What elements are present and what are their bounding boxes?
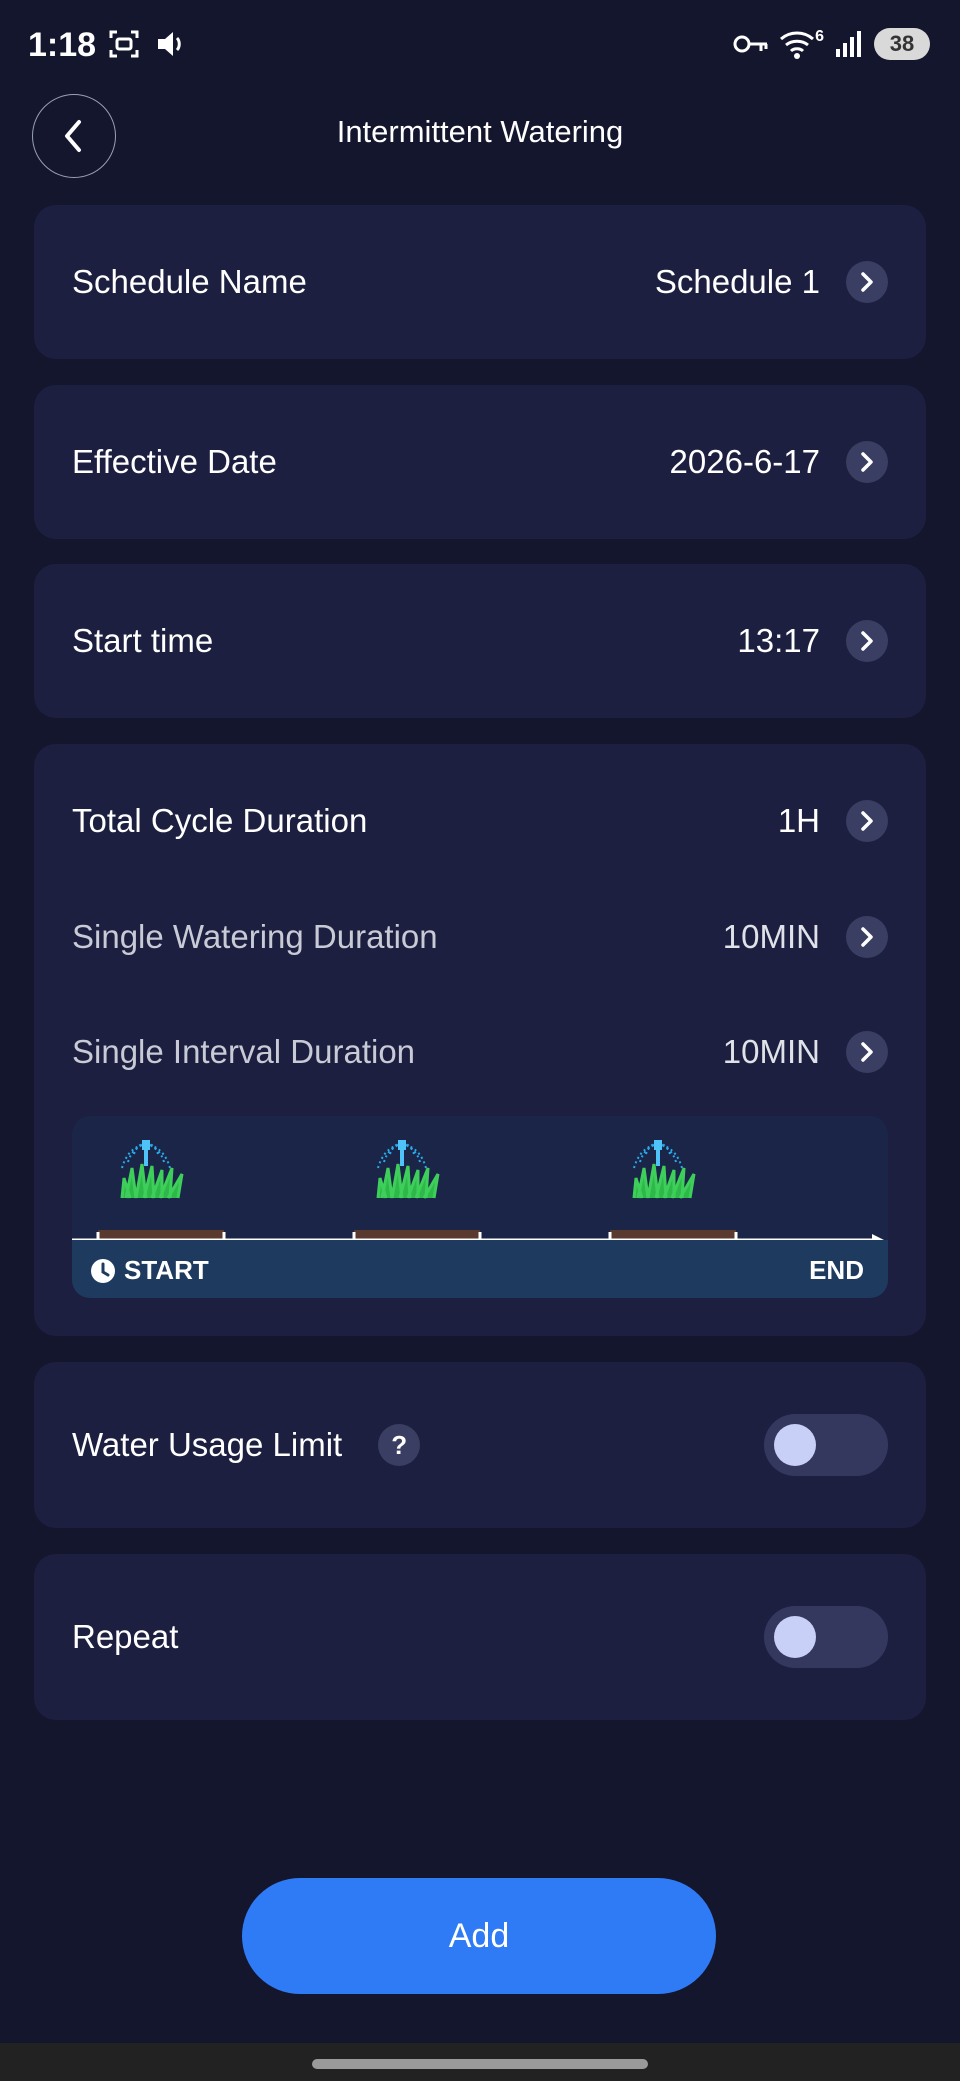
signal-icon [836,31,861,57]
start-time-value: 13:17 [737,622,820,659]
effective-date-label: Effective Date [72,443,277,480]
wifi-icon [780,31,815,59]
watering-timeline-diagram: START END [72,1116,888,1298]
sprinkler-grass-icon [632,1140,696,1199]
water-limit-row: Water Usage Limit ? [34,1405,926,1485]
total-cycle-right: 1H [778,800,888,842]
watering-segment [98,1230,224,1239]
effective-date-row[interactable]: Effective Date 2026-6-17 [34,422,926,502]
sprinkler-grass-icon [376,1140,440,1199]
chevron-right-icon[interactable] [846,916,888,958]
wifi-badge: 6 [815,28,824,45]
home-handle[interactable] [312,2059,648,2069]
navigation-bar [0,2043,960,2081]
screenshot-icon [109,30,139,58]
key-icon [733,35,768,53]
chevron-right-icon[interactable] [846,441,888,483]
watering-segment [354,1230,480,1239]
schedule-name-card[interactable]: Schedule Name Schedule 1 [34,205,926,359]
page-title: Intermittent Watering [336,114,624,149]
help-icon[interactable]: ? [378,1424,421,1466]
status-right: 6 38 [733,28,930,60]
toggle-knob [774,1424,816,1466]
cycle-card: Total Cycle Duration 1H Single Watering … [34,744,926,1336]
audio-icon [158,32,181,56]
schedule-name-right: Schedule 1 [655,261,888,303]
status-left-icons [108,28,186,60]
effective-date-card[interactable]: Effective Date 2026-6-17 [34,385,926,539]
status-bar: 1:18 6 38 [0,0,960,90]
effective-date-right: 2026-6-17 [670,441,888,483]
timeline-end-label: END [809,1255,864,1285]
timeline-start: START [90,1255,209,1286]
start-time-label: Start time [72,622,214,659]
clock-icon [91,1258,115,1283]
water-limit-left: Water Usage Limit ? [72,1424,421,1466]
chevron-right-icon[interactable] [846,1031,888,1073]
single-interval-value: 10MIN [722,1033,820,1070]
repeat-label: Repeat [72,1618,179,1655]
water-limit-toggle[interactable] [764,1414,888,1476]
add-button[interactable]: Add [242,1878,716,1994]
chevron-right-icon[interactable] [846,620,888,662]
effective-date-value: 2026-6-17 [669,443,820,480]
battery-indicator: 38 [874,28,930,60]
single-interval-row[interactable]: Single Interval Duration 10MIN [34,1012,926,1092]
single-watering-label: Single Watering Duration [72,918,438,955]
total-cycle-label: Total Cycle Duration [72,802,368,839]
start-time-row[interactable]: Start time 13:17 [34,601,926,681]
repeat-row: Repeat [34,1597,926,1677]
single-watering-value: 10MIN [722,918,820,955]
water-limit-card: Water Usage Limit ? [34,1362,926,1528]
header: Intermittent Watering [0,90,960,210]
start-time-card[interactable]: Start time 13:17 [34,564,926,718]
single-interval-label: Single Interval Duration [72,1033,416,1070]
start-time-right: 13:17 [737,620,888,662]
sprinkler-grass-icon [120,1140,184,1199]
single-interval-right: 10MIN [723,1031,888,1073]
water-limit-label: Water Usage Limit [72,1426,343,1463]
schedule-name-row[interactable]: Schedule Name Schedule 1 [34,242,926,322]
chevron-right-icon[interactable] [846,800,888,842]
watering-segment [610,1230,736,1239]
single-watering-right: 10MIN [723,916,888,958]
schedule-name-value: Schedule 1 [654,263,820,300]
total-cycle-value: 1H [777,802,820,839]
single-watering-row[interactable]: Single Watering Duration 10MIN [34,897,926,977]
status-time: 1:18 [28,26,97,64]
chevron-right-icon[interactable] [846,261,888,303]
repeat-card: Repeat [34,1554,926,1720]
repeat-toggle[interactable] [764,1606,888,1668]
schedule-name-label: Schedule Name [72,263,307,300]
timeline-start-label: START [124,1255,209,1285]
total-cycle-row[interactable]: Total Cycle Duration 1H [34,781,926,861]
toggle-knob [774,1616,816,1658]
